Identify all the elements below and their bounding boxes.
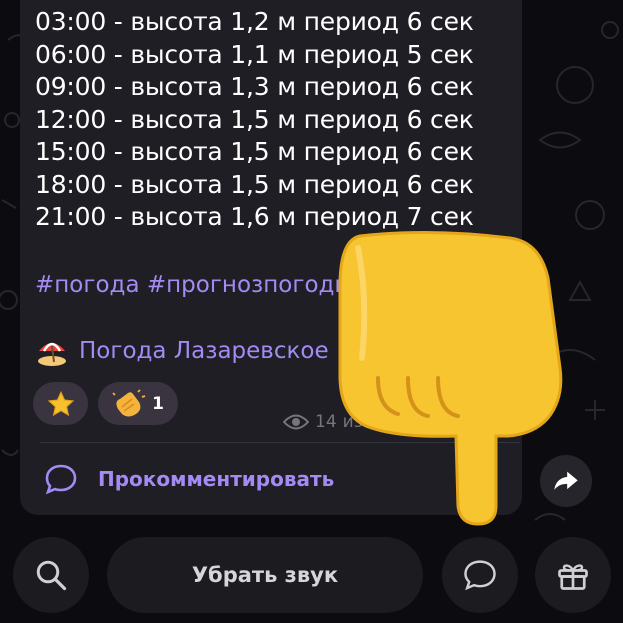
comment-bubble-icon	[45, 464, 77, 495]
search-icon	[36, 560, 67, 591]
forecast-line: 09:00 - высота 1,3 м период 6 сек	[35, 72, 474, 101]
forecast-line: 12:00 - высота 1,5 м период 6 сек	[35, 104, 474, 134]
reaction-star[interactable]	[33, 382, 88, 425]
chat-bubble-icon	[464, 560, 496, 591]
clapping-hands-icon	[112, 388, 146, 416]
reaction-count: 1	[152, 393, 164, 414]
gift-button[interactable]	[535, 537, 611, 613]
gift-icon	[558, 564, 588, 590]
comment-label: Прокомментировать	[98, 467, 335, 491]
mute-button[interactable]: Убрать звук	[107, 537, 423, 613]
channel-name: Погода Лазаревское	[79, 338, 329, 364]
discussion-button[interactable]	[442, 537, 518, 613]
reaction-clap[interactable]: 1	[98, 382, 178, 425]
forecast-line: 06:00 - высота 1,1 м период 5 сек	[35, 39, 474, 69]
search-button[interactable]	[13, 537, 89, 613]
comment-button[interactable]: Прокомментировать	[44, 462, 334, 496]
hashtags-link[interactable]: #погода #прогнозпогоды	[35, 272, 353, 298]
forecast-line: 03:00 - высота 1,2 м период 6 сек	[35, 7, 474, 36]
beach-umbrella-icon	[38, 342, 66, 366]
reactions-bar: 1	[33, 382, 178, 425]
forecast-line: 18:00 - высота 1,5 м период 6 сек	[35, 169, 474, 199]
pointing-down-hand-emoji	[338, 230, 563, 526]
star-icon	[47, 390, 74, 416]
eye-icon	[283, 414, 309, 430]
wave-forecast-list: 03:00 - высота 1,2 м период 6 сек 06:00 …	[35, 6, 474, 234]
channel-link[interactable]: Погода Лазаревское	[35, 334, 329, 368]
forecast-line: 15:00 - высота 1,5 м период 6 сек	[35, 137, 474, 166]
